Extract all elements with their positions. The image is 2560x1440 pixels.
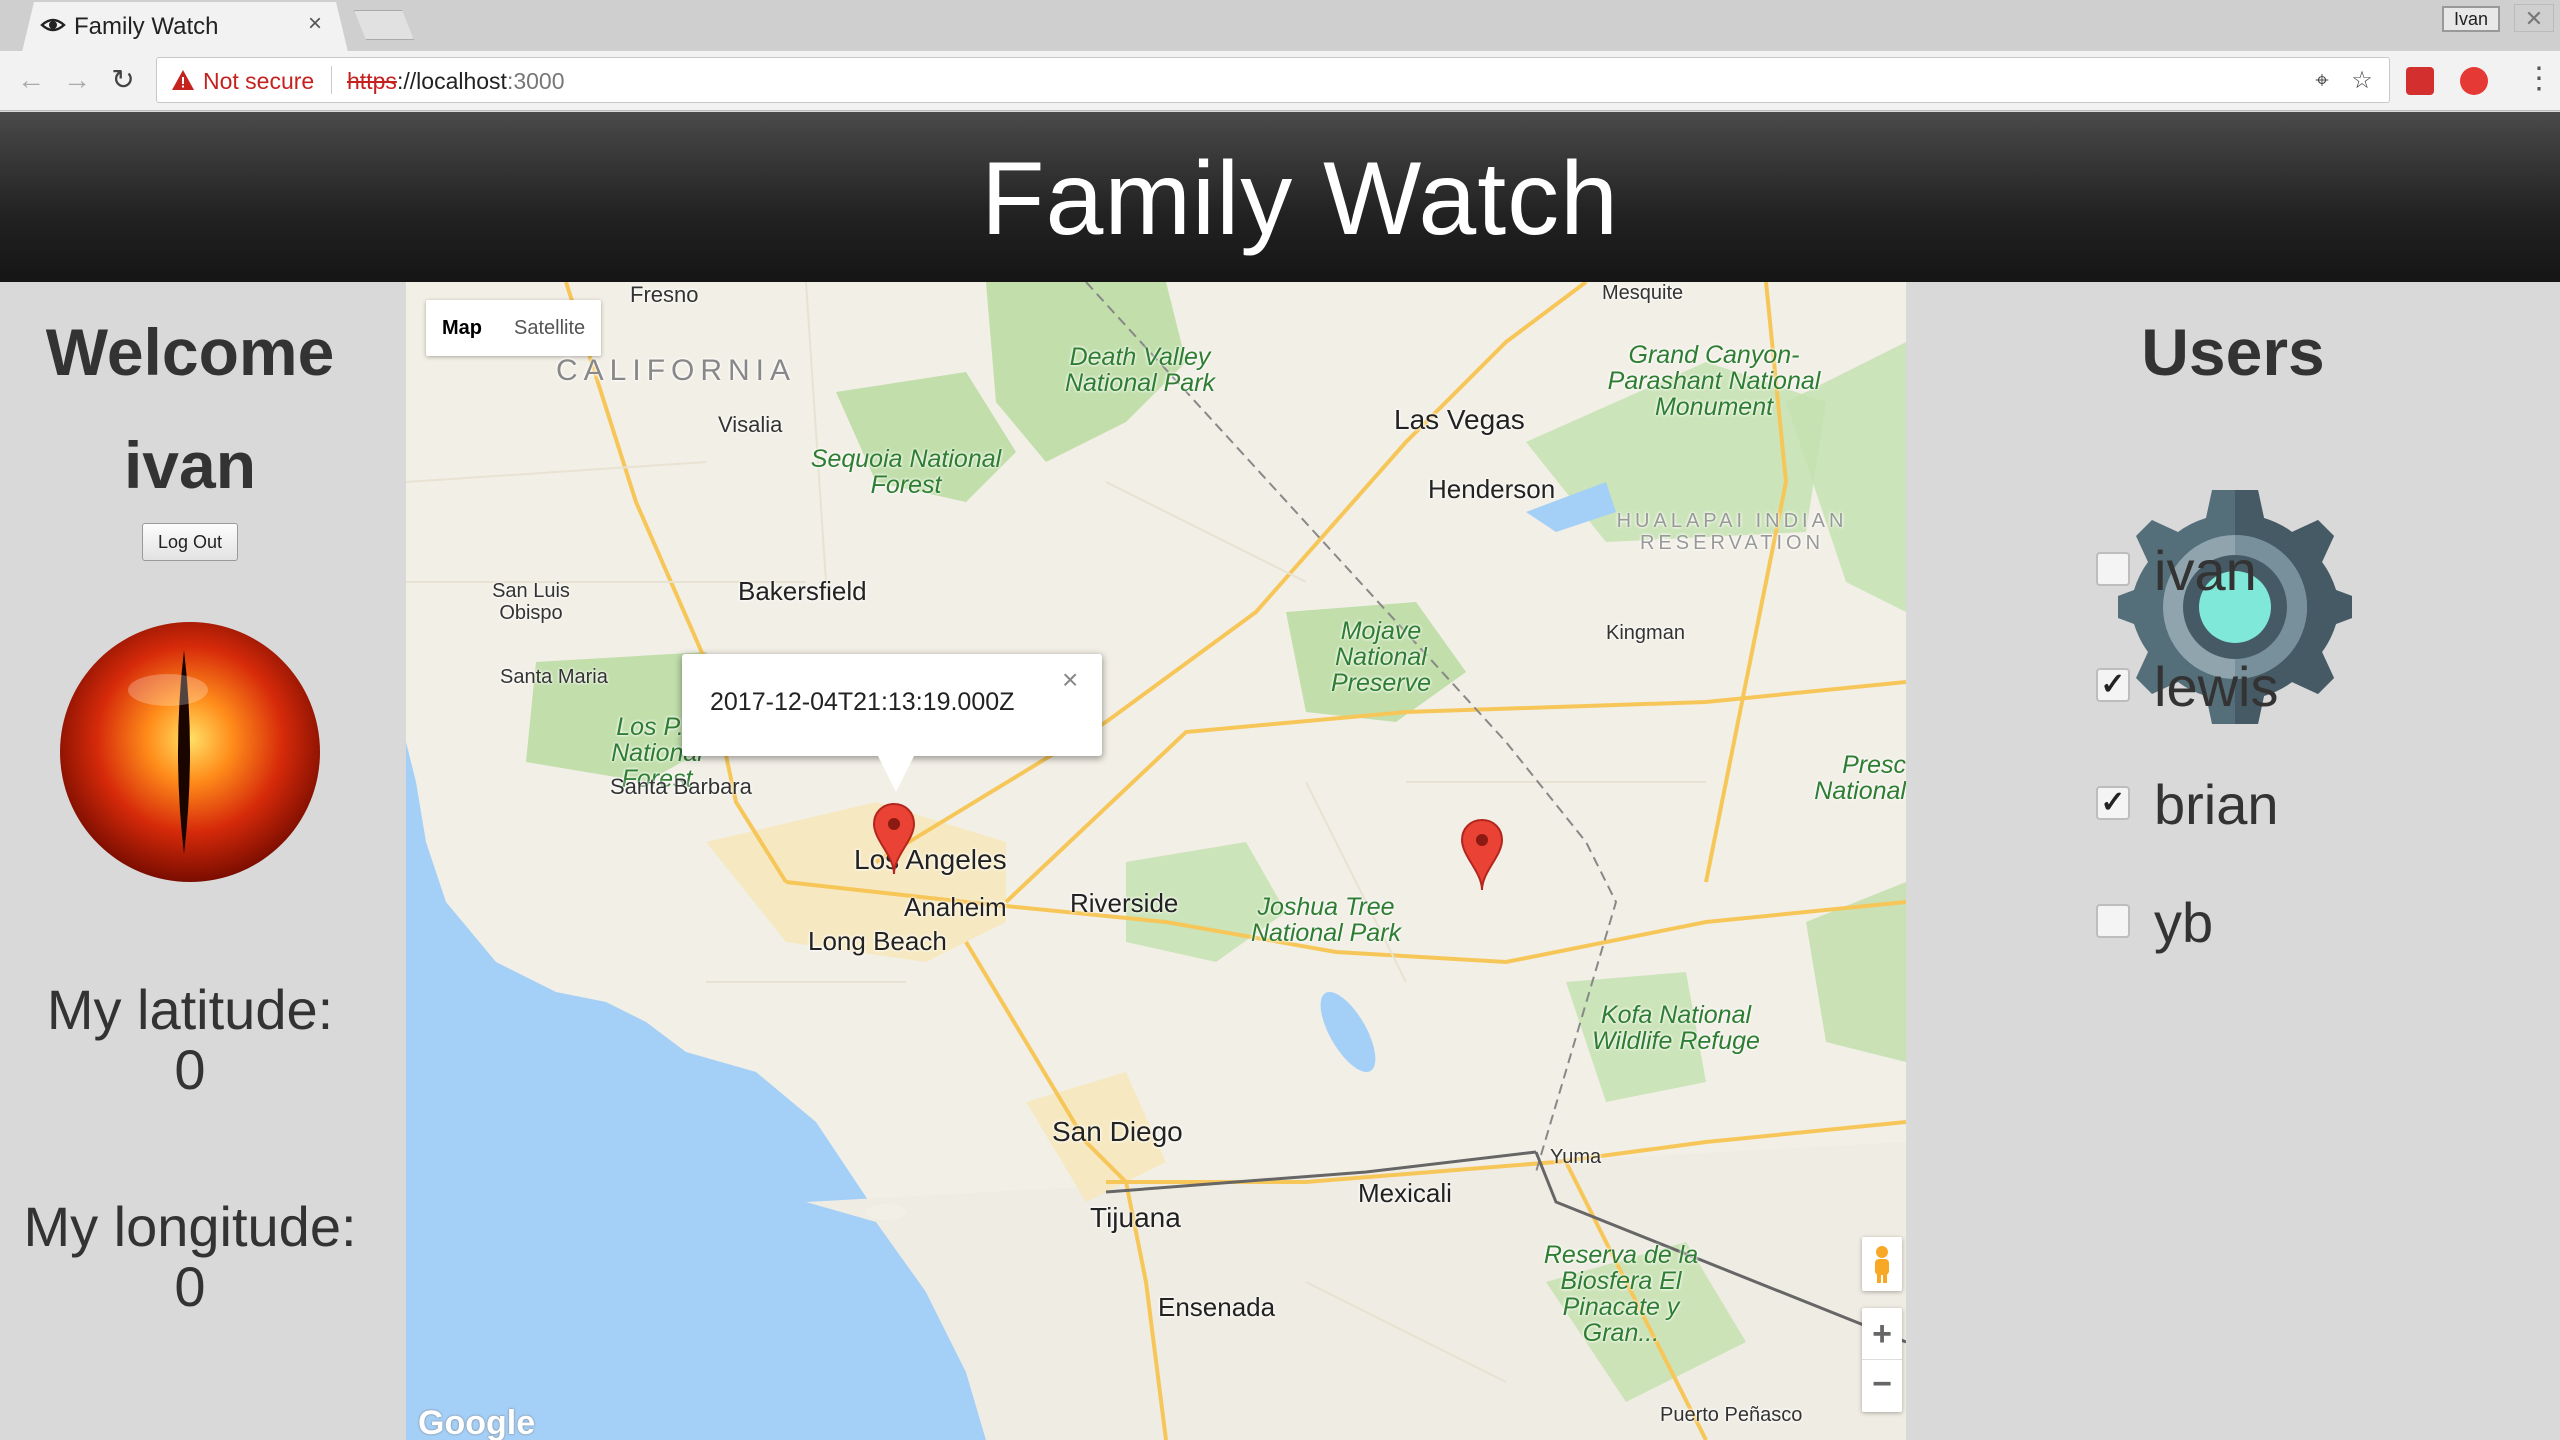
map-label-las-vegas: Las Vegas [1394, 404, 1525, 435]
zoom-control: + − [1862, 1308, 1902, 1412]
map-label-prescott: Presc National [1814, 751, 1906, 805]
longitude-value: 0 [174, 1255, 206, 1318]
map-label-california: CALIFORNIA [556, 354, 797, 387]
map-label-riverside: Riverside [1070, 888, 1179, 918]
map-label-joshua-tree: Joshua Tree National Park [1250, 893, 1402, 947]
map-label-san-diego: San Diego [1052, 1116, 1183, 1147]
user-name-yb: yb [2154, 891, 2214, 954]
street-view-pegman-icon[interactable] [1862, 1237, 1902, 1291]
map-label-mojave: Mojave National Preserve [1330, 617, 1432, 697]
longitude-label: My longitude: [23, 1195, 357, 1258]
user-checkbox-brian[interactable]: ✓ [2096, 786, 2130, 820]
user-checkbox-yb[interactable] [2096, 904, 2130, 938]
zoom-out-button[interactable]: − [1862, 1360, 1902, 1412]
window-close-icon[interactable]: ✕ [2514, 4, 2554, 32]
user-checkbox-lewis[interactable]: ✓ [2096, 668, 2130, 702]
user-name-brian: brian [2154, 773, 2279, 836]
map-label-kingman: Kingman [1606, 622, 1685, 644]
location-marker-icon[interactable] [1460, 818, 1504, 892]
current-username: ivan [123, 428, 257, 502]
logout-button[interactable]: Log Out [142, 523, 238, 561]
map-label-visalia: Visalia [718, 412, 783, 437]
info-close-icon[interactable]: × [1062, 664, 1078, 696]
user-checkbox-ivan[interactable] [2096, 552, 2130, 586]
extension-icon[interactable] [2406, 67, 2434, 95]
users-panel: Users ivan ✓ lewis ✓ brian yb [1906, 282, 2560, 1440]
users-heading: Users [2141, 315, 2325, 389]
map-label-fresno: Fresno [630, 282, 699, 307]
warning-icon [172, 70, 194, 90]
user-row-ivan[interactable]: ivan [2096, 534, 2456, 604]
marker-info-window: 2017-12-04T21:13:19.000Z × [682, 654, 1102, 792]
latitude-value: 0 [174, 1038, 206, 1101]
url-port: :3000 [506, 68, 565, 94]
zoom-in-button[interactable]: + [1862, 1308, 1902, 1360]
user-name-lewis: lewis [2154, 655, 2279, 718]
map-label-reserva: Reserva de la Biosfera El Pinacate y Gra… [1543, 1241, 1699, 1347]
omnibox-divider [331, 66, 332, 94]
map-label-ensenada: Ensenada [1158, 1292, 1276, 1322]
url-scheme: https [347, 68, 397, 94]
forward-arrow-icon[interactable]: → [60, 63, 94, 97]
map-label-yuma: Yuma [1550, 1146, 1602, 1168]
map-view[interactable]: Map Satellite Fresno CALIFORNIA Visalia … [406, 282, 1906, 1440]
user-row-yb[interactable]: yb [2096, 886, 2456, 956]
google-logo: Google [418, 1404, 536, 1440]
map-label-kofa: Kofa National Wildlife Refuge [1592, 1001, 1760, 1055]
map-label-mexicali: Mexicali [1358, 1178, 1452, 1208]
location-icon[interactable]: ⌖ [2309, 68, 2335, 94]
welcome-heading: Welcome [45, 315, 335, 389]
profile-sidebar: Welcome ivan Log Out My latitude: 0 My l… [0, 282, 406, 1440]
map-label-death-valley: Death Valley National Park [1064, 343, 1216, 397]
map-label-anaheim: Anaheim [904, 892, 1007, 922]
address-bar[interactable]: Not secure https ://localhost:3000 ⌖ ☆ [156, 57, 2390, 103]
map-label-grand-canyon: Grand Canyon-Parashant National Monument [1607, 341, 1821, 421]
map-label-long-beach: Long Beach [808, 926, 947, 956]
security-status[interactable]: Not secure [203, 68, 314, 95]
info-timestamp: 2017-12-04T21:13:19.000Z [710, 688, 1015, 716]
map-label-tijuana: Tijuana [1090, 1202, 1181, 1233]
browser-toolbar: ← → ↻ Not secure https ://localhost:3000… [0, 51, 2560, 111]
url-host: ://localhost [397, 68, 507, 94]
tab-close-icon[interactable]: × [308, 10, 322, 38]
browser-menu-icon[interactable]: ⋮ [2524, 61, 2554, 96]
user-row-lewis[interactable]: ✓ lewis [2096, 650, 2456, 720]
map-label-santa-barbara: Santa Barbara [610, 774, 752, 799]
profile-button[interactable]: Ivan [2442, 6, 2500, 32]
bookmark-star-icon[interactable]: ☆ [2349, 68, 2375, 94]
new-tab-button[interactable] [354, 10, 414, 40]
user-name-ivan: ivan [2154, 539, 2257, 602]
url-text: ://localhost:3000 [397, 68, 565, 95]
tab-title: Family Watch [74, 13, 219, 40]
avatar [60, 622, 320, 882]
browser-tab-bar: Family Watch × Ivan ✕ [0, 0, 2560, 52]
latitude-label: My latitude: [46, 978, 334, 1041]
site-title: Family Watch [981, 141, 1619, 257]
location-marker-icon[interactable] [872, 802, 916, 876]
map-type-satellite-button[interactable]: Satellite [498, 300, 601, 356]
map-label-santa-maria: Santa Maria [500, 666, 608, 688]
map-type-control: Map Satellite [426, 300, 602, 356]
map-label-sequoia: Sequoia National Forest [810, 445, 1002, 499]
map-label-henderson: Henderson [1428, 474, 1556, 504]
adblock-extension-icon[interactable] [2460, 67, 2488, 95]
back-arrow-icon[interactable]: ← [14, 63, 48, 97]
map-type-map-button[interactable]: Map [426, 300, 498, 356]
map-label-bakersfield: Bakersfield [738, 576, 867, 606]
reload-icon[interactable]: ↻ [106, 63, 140, 97]
user-row-brian[interactable]: ✓ brian [2096, 768, 2456, 838]
map-label-mesquite: Mesquite [1602, 282, 1684, 304]
map-label-hualapai: HUALAPAI INDIAN RESERVATION [1616, 510, 1848, 554]
eye-icon [40, 18, 66, 32]
map-label-san-luis-obispo: San Luis Obispo [492, 580, 570, 624]
site-header: Family Watch [0, 112, 2560, 282]
map-label-puerto-penasco: Puerto Peñasco [1660, 1404, 1803, 1426]
